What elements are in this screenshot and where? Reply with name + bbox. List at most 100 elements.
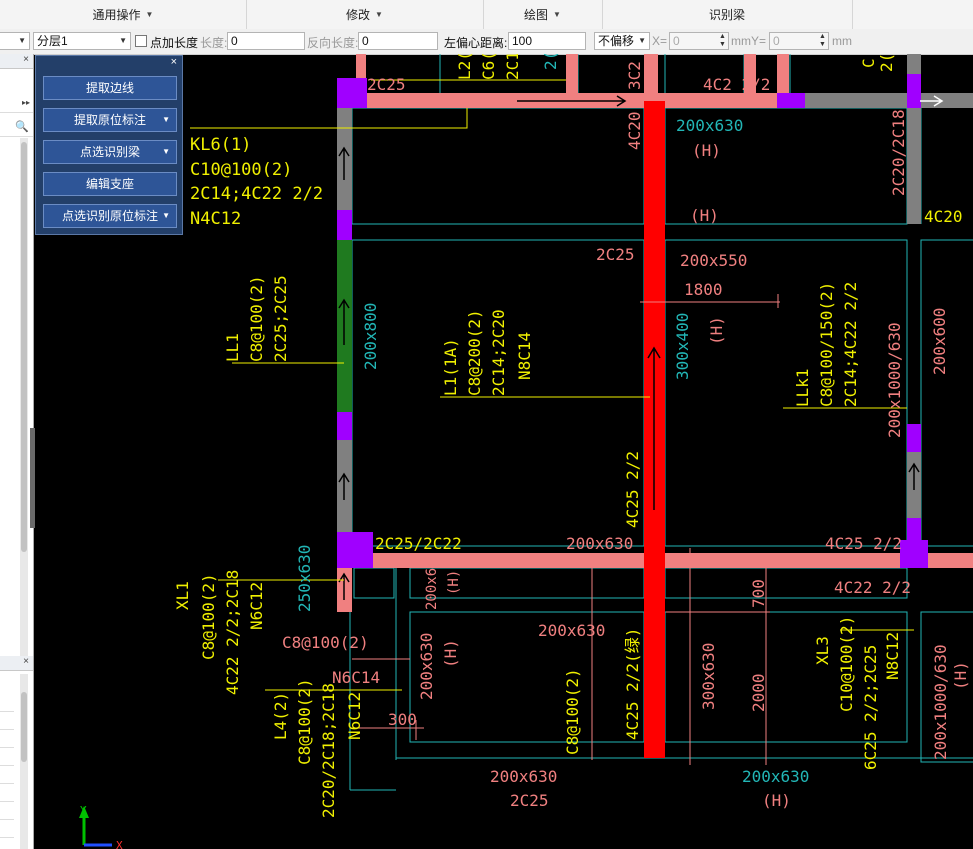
left-pane-scrollbar[interactable] — [20, 138, 28, 658]
label-2c20-2c18: 2C20/2C18 — [889, 109, 908, 196]
chevron-down-icon: ▼ — [375, 10, 383, 19]
expand-arrows-icon[interactable]: ▸▸ — [22, 98, 30, 107]
kl6-line-3: 2C14;4C22 2/2 — [190, 184, 323, 204]
extract-edge-button[interactable]: 提取边线 — [43, 76, 177, 100]
ll1-line-2: C8@100(2) — [247, 275, 266, 362]
label-2000: 2000 — [749, 673, 768, 712]
support-square[interactable] — [337, 210, 352, 240]
beam-stub-gray[interactable] — [907, 54, 921, 74]
support-square[interactable] — [907, 518, 921, 540]
label-h: (H) — [441, 639, 460, 668]
l1-line-3: 2C14;2C20 — [489, 309, 508, 396]
y-input[interactable]: 0 ▲ ▼ — [769, 32, 829, 50]
support-square[interactable] — [337, 532, 373, 568]
x-input[interactable]: 0 ▲ ▼ — [669, 32, 729, 50]
support-square[interactable] — [337, 412, 352, 440]
spinner-icon[interactable]: ▲ ▼ — [818, 33, 827, 49]
scrollbar-thumb[interactable] — [21, 142, 27, 552]
chevron-down-icon: ▼ — [145, 10, 154, 19]
pick-identify-beam-button[interactable]: 点选识别梁 ▼ — [43, 140, 177, 164]
label-4c20: 4C20 — [625, 111, 644, 150]
support-square[interactable] — [907, 74, 921, 108]
edit-support-button[interactable]: 编辑支座 — [43, 172, 177, 196]
scrollbar-thumb[interactable] — [21, 692, 27, 762]
reverse-length-input[interactable]: 0 — [358, 32, 438, 50]
label-h: (H) — [707, 316, 726, 345]
label-h-bottom: 2C25 — [510, 791, 549, 810]
chevron-down-icon: ▼ — [162, 115, 170, 124]
left-offset-input[interactable]: 100 — [508, 32, 586, 50]
left-pane-nav: ▸▸ — [0, 94, 33, 113]
xl3-line-4: N8C12 — [883, 632, 902, 680]
reverse-length-label: 反向长度: — [307, 36, 359, 50]
column-strip-gray[interactable] — [907, 108, 921, 224]
extract-annotation-button[interactable]: 提取原位标注 ▼ — [43, 108, 177, 132]
kl6-line-1: KL6(1) — [190, 135, 251, 155]
left-pane-header-2: × — [0, 656, 33, 671]
kl6-line-4: N4C12 — [190, 209, 241, 229]
label-c8-100-left: C8@100(2) — [282, 633, 369, 652]
add-length-checkbox[interactable] — [135, 35, 147, 47]
support-square[interactable] — [907, 424, 921, 452]
label-700: 700 — [749, 579, 768, 608]
label-200x630-v: 200x630 — [417, 633, 436, 700]
x-value: 0 — [673, 34, 680, 48]
beam-stub[interactable] — [566, 54, 578, 93]
close-icon[interactable]: × — [23, 656, 29, 667]
left-pane-header: × — [0, 54, 33, 69]
label-2c25-right: 200x1000/630 — [885, 322, 904, 438]
options-bar: ▼ 分层1 ▼ 点加长度 长度: 0 反向长度: 0 左偏心距离: 100 不偏移… — [0, 29, 973, 55]
layer-select[interactable]: 分层1 ▼ — [33, 32, 131, 50]
pick-identify-beam-label: 点选识别梁 — [79, 145, 140, 159]
label-300x400: 300x400 — [673, 313, 692, 380]
beam-stub[interactable] — [777, 54, 789, 93]
ribbon-modify[interactable]: 修改 ▼ — [246, 0, 484, 29]
label-200x800: 200x800 — [361, 303, 380, 370]
label-200x550: 200x550 — [680, 251, 747, 270]
label-h: (H) — [951, 661, 970, 690]
label-n6c14: N6C14 — [332, 668, 380, 687]
l4-line-3: 2C20/2C18;2C18 — [319, 683, 338, 818]
ribbon-identify-beam[interactable]: 识别梁 — [602, 0, 853, 29]
support-square[interactable] — [337, 78, 367, 108]
ribbon-general-ops-label: 通用操作 — [92, 8, 141, 22]
xl3-line-3: 6C25 2/2;2C25 — [861, 645, 880, 770]
offset-mode-value: 不偏移 — [598, 34, 635, 48]
l1-line-2: C8@200(2) — [465, 309, 484, 396]
left-pane-search[interactable]: 🔍 — [0, 118, 33, 137]
offset-mode-select[interactable]: 不偏移 ▼ — [594, 32, 650, 50]
l1-line-1: L1(1A) — [441, 338, 460, 396]
extract-edge-label: 提取边线 — [85, 81, 134, 95]
spinner-icon[interactable]: ▲ ▼ — [718, 33, 727, 49]
l4-line-4: N6C12 — [345, 692, 364, 740]
beam-stub[interactable] — [644, 54, 658, 93]
ribbon-draw[interactable]: 绘图 ▼ — [483, 0, 603, 29]
length-input[interactable]: 0 — [227, 32, 305, 50]
close-icon[interactable]: × — [171, 56, 177, 68]
chevron-down-icon: ▼ — [119, 36, 127, 45]
label-4c25-green: 4C25 2/2(绿) — [623, 628, 642, 740]
label-h: (H) — [692, 141, 721, 160]
ribbon-general-ops[interactable]: 通用操作 ▼ — [0, 0, 247, 29]
chevron-down-icon: ▼ — [553, 10, 561, 19]
top-fragment: 3C2 — [625, 61, 644, 90]
top-fragment: C — [859, 58, 878, 68]
label-4c25-22: 4C25 2/2 — [825, 534, 902, 553]
y-axis-label: Y — [80, 804, 87, 817]
label-200x63: 200x63 — [424, 559, 440, 610]
label-300: 300 — [388, 710, 417, 729]
close-icon[interactable]: × — [23, 54, 29, 65]
pick-identify-annotation-button[interactable]: 点选识别原位标注 ▼ — [43, 204, 177, 228]
first-combo[interactable]: ▼ — [0, 32, 30, 50]
label-200x630-cyan: 200x630 — [676, 116, 743, 135]
cyan-labels: 200x630 200x800 300x400 250x630 200x630 … — [295, 54, 908, 810]
search-icon[interactable]: 🔍 — [15, 120, 29, 133]
support-square[interactable] — [777, 93, 805, 108]
pick-identify-annotation-label: 点选识别原位标注 — [61, 209, 158, 223]
outline-rect — [409, 611, 645, 743]
property-scrollbar[interactable] — [20, 674, 28, 849]
support-square[interactable] — [900, 540, 928, 568]
label-2c25-2c22: 2C25/2C22 — [375, 534, 462, 553]
xl3-line-1: XL3 — [813, 636, 832, 665]
xl1-line-2: C8@100(2) — [199, 573, 218, 660]
